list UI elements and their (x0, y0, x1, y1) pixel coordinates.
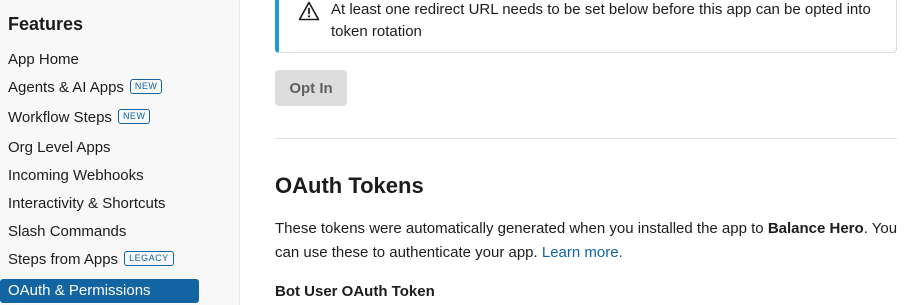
sidebar-item-org-level-apps[interactable]: Org Level Apps (0, 136, 199, 160)
sidebar-item-label: Workflow Steps (8, 109, 112, 126)
oauth-tokens-title: OAuth Tokens (275, 173, 424, 198)
warning-icon (298, 1, 320, 21)
sidebar-item-label: Slash Commands (8, 223, 127, 240)
sidebar-item-agents-ai-apps[interactable]: Agents & AI Apps NEW (0, 76, 199, 100)
sidebar-heading: Features (8, 14, 84, 34)
bot-token-label: Bot User OAuth Token (275, 283, 435, 300)
sidebar-item-label: App Home (8, 51, 79, 68)
sidebar-item-app-home[interactable]: App Home (0, 48, 199, 72)
sidebar-item-oauth-permissions[interactable]: OAuth & Permissions (0, 279, 199, 303)
description-text: These tokens were automatically generate… (275, 220, 768, 237)
sidebar-item-label: Steps from Apps (8, 251, 119, 268)
sidebar: Features App Home Agents & AI Apps NEW Wo… (0, 0, 240, 305)
opt-in-button[interactable]: Opt In (275, 70, 347, 106)
sidebar-item-label: Org Level Apps (8, 139, 111, 156)
learn-more-link[interactable]: Learn more. (542, 244, 623, 261)
main-content: At least one redirect URL needs to be se… (275, 0, 900, 305)
new-badge: NEW (129, 79, 163, 95)
sidebar-item-workflow-steps[interactable]: Workflow Steps NEW (0, 106, 199, 130)
section-divider (275, 138, 897, 139)
sidebar-item-label: Interactivity & Shortcuts (8, 195, 166, 212)
sidebar-item-label: Incoming Webhooks (8, 167, 144, 184)
new-badge: NEW (117, 109, 151, 125)
sidebar-item-incoming-webhooks[interactable]: Incoming Webhooks (0, 164, 199, 188)
sidebar-item-slash-commands[interactable]: Slash Commands (0, 220, 199, 244)
workspace-name: Balance Hero (767, 220, 864, 237)
sidebar-item-steps-from-apps[interactable]: Steps from Apps LEGACY (0, 248, 199, 272)
legacy-badge: LEGACY (124, 251, 174, 267)
alert-message: At least one redirect URL needs to be se… (331, 1, 871, 40)
sidebar-item-label: Agents & AI Apps (8, 79, 124, 96)
sidebar-item-label: OAuth & Permissions (8, 282, 151, 299)
token-rotation-alert: At least one redirect URL needs to be se… (275, 0, 897, 53)
oauth-tokens-description: These tokens were automatically generate… (275, 217, 900, 265)
sidebar-item-interactivity-shortcuts[interactable]: Interactivity & Shortcuts (0, 192, 199, 216)
